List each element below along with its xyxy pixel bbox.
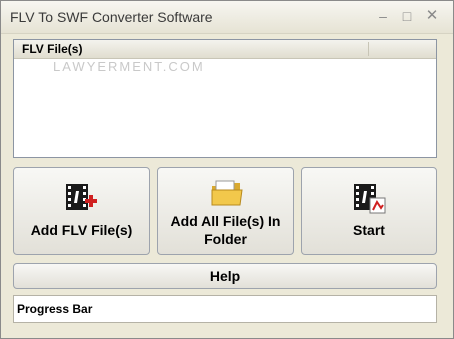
close-button[interactable]: ✕ xyxy=(423,8,441,24)
start-label: Start xyxy=(353,222,385,238)
add-flv-files-label: Add FLV File(s) xyxy=(30,222,133,238)
app-window: FLV To SWF Converter Software – □ ✕ FLV … xyxy=(0,0,454,339)
minimize-button[interactable]: – xyxy=(374,8,392,24)
folder-icon xyxy=(211,180,243,206)
film-add-icon xyxy=(66,184,97,210)
column-header-flv-files[interactable]: FLV File(s) xyxy=(22,42,82,56)
title-bar[interactable]: FLV To SWF Converter Software – □ ✕ xyxy=(1,1,453,34)
add-all-files-label: Add All File(s) In Folder xyxy=(170,213,281,247)
progress-bar-label: Progress Bar xyxy=(17,302,93,316)
window-title: FLV To SWF Converter Software xyxy=(10,9,213,25)
column-separator[interactable] xyxy=(368,42,369,56)
maximize-button[interactable]: □ xyxy=(398,8,416,24)
start-button[interactable]: Start xyxy=(301,167,437,255)
add-flv-files-button[interactable]: Add FLV File(s) xyxy=(13,167,150,255)
watermark-text: LAWYERMENT.COM xyxy=(53,59,205,74)
film-convert-icon xyxy=(354,184,386,214)
add-all-files-in-folder-button[interactable]: Add All File(s) In Folder xyxy=(157,167,294,255)
help-label: Help xyxy=(209,268,241,284)
flv-file-list[interactable]: FLV File(s) LAWYERMENT.COM xyxy=(13,39,437,158)
list-header: FLV File(s) xyxy=(14,40,436,59)
help-button[interactable]: Help xyxy=(13,263,437,289)
progress-bar: Progress Bar xyxy=(13,295,437,323)
